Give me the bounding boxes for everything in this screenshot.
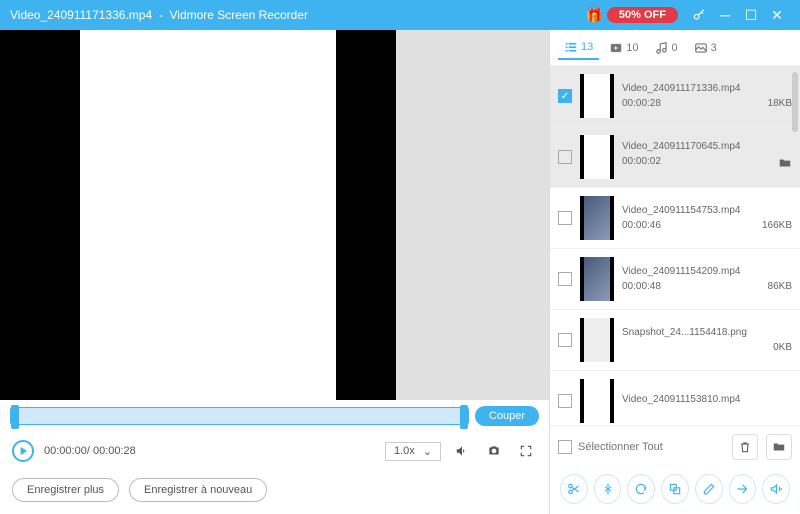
save-again-button[interactable]: Enregistrer à nouveau: [129, 478, 267, 502]
item-checkbox[interactable]: [558, 150, 572, 164]
item-thumbnail: [580, 196, 614, 240]
item-duration: 00:00:48: [622, 281, 661, 292]
play-button[interactable]: [12, 440, 34, 462]
item-thumbnail: [580, 318, 614, 362]
item-checkbox[interactable]: [558, 272, 572, 286]
convert-tool-icon[interactable]: [627, 474, 655, 504]
speed-selector[interactable]: 1.0x⌄: [385, 442, 441, 461]
minimize-button[interactable]: ─: [712, 2, 738, 28]
promo-badge[interactable]: 50% OFF: [607, 7, 678, 23]
item-thumbnail: [580, 74, 614, 118]
time-display: 00:00:00/ 00:00:28: [44, 445, 136, 457]
item-size: 86KB: [768, 281, 792, 292]
list-item[interactable]: Video_240911170645.mp4 00:00:02: [550, 127, 800, 188]
maximize-button[interactable]: ☐: [738, 2, 764, 28]
list-item[interactable]: ✓ Video_240911171336.mp4 00:00:28 18KB: [550, 66, 800, 127]
sidebar: 13 10 0 3 ✓ Video_240911171336.mp4 00:00:2…: [550, 30, 800, 514]
item-thumbnail: [580, 379, 614, 423]
item-size: 0KB: [773, 342, 792, 353]
select-all[interactable]: Sélectionner Tout: [558, 440, 724, 454]
item-duration: 00:00:02: [622, 156, 661, 173]
tab-list[interactable]: 13: [558, 36, 599, 60]
tab-audio[interactable]: 0: [649, 37, 684, 59]
item-filename: Video_240911170645.mp4: [622, 141, 792, 152]
volume-icon[interactable]: [451, 440, 473, 462]
trim-start-handle[interactable]: [11, 405, 19, 429]
file-list: ✓ Video_240911171336.mp4 00:00:28 18KB Video…: [550, 66, 800, 425]
item-checkbox[interactable]: [558, 394, 572, 408]
delete-button[interactable]: [732, 434, 758, 460]
titlebar: Video_240911171336.mp4 - Vidmore Screen …: [0, 0, 800, 30]
trim-timeline[interactable]: [10, 407, 469, 425]
item-checkbox[interactable]: [558, 211, 572, 225]
item-filename: Video_240911153810.mp4: [622, 394, 792, 405]
gift-icon[interactable]: 🎁: [585, 7, 602, 24]
window-title: Video_240911171336.mp4 - Vidmore Screen …: [10, 8, 585, 22]
key-icon[interactable]: [686, 2, 712, 28]
close-button[interactable]: ✕: [764, 2, 790, 28]
item-thumbnail: [580, 135, 614, 179]
compress-tool-icon[interactable]: [594, 474, 622, 504]
chevron-down-icon: ⌄: [423, 445, 432, 458]
folder-button[interactable]: [766, 434, 792, 460]
item-filename: Snapshot_24...1154418.png: [622, 327, 792, 338]
save-more-button[interactable]: Enregistrer plus: [12, 478, 119, 502]
list-item[interactable]: Snapshot_24...1154418.png 0KB: [550, 310, 800, 371]
list-item[interactable]: Video_240911154753.mp4 00:00:46 166KB: [550, 188, 800, 249]
merge-tool-icon[interactable]: [661, 474, 689, 504]
item-size: 166KB: [762, 220, 792, 231]
select-all-checkbox[interactable]: [558, 440, 572, 454]
list-item[interactable]: Video_240911154209.mp4 00:00:48 86KB: [550, 249, 800, 310]
trim-end-handle[interactable]: [460, 405, 468, 429]
item-filename: Video_240911154753.mp4: [622, 205, 792, 216]
fullscreen-icon[interactable]: [515, 440, 537, 462]
tab-video[interactable]: 10: [603, 37, 644, 59]
item-duration: 00:00:46: [622, 220, 661, 231]
scrollbar[interactable]: [792, 72, 798, 132]
video-preview[interactable]: [0, 30, 549, 400]
preview-panel: Couper 00:00:00/ 00:00:28 1.0x⌄ Enregist…: [0, 30, 550, 514]
item-filename: Video_240911171336.mp4: [622, 83, 792, 94]
item-filename: Video_240911154209.mp4: [622, 266, 792, 277]
item-size: [778, 156, 792, 173]
item-checkbox[interactable]: [558, 333, 572, 347]
item-size: 18KB: [768, 98, 792, 109]
trim-tool-icon[interactable]: [560, 474, 588, 504]
cut-button[interactable]: Couper: [475, 406, 539, 426]
item-checkbox[interactable]: ✓: [558, 89, 572, 103]
share-tool-icon[interactable]: [729, 474, 757, 504]
audio-tool-icon[interactable]: [762, 474, 790, 504]
item-duration: 00:00:28: [622, 98, 661, 109]
item-thumbnail: [580, 257, 614, 301]
list-item[interactable]: Video_240911153810.mp4: [550, 371, 800, 425]
edit-tool-icon[interactable]: [695, 474, 723, 504]
snapshot-icon[interactable]: [483, 440, 505, 462]
tab-image[interactable]: 3: [688, 37, 723, 59]
